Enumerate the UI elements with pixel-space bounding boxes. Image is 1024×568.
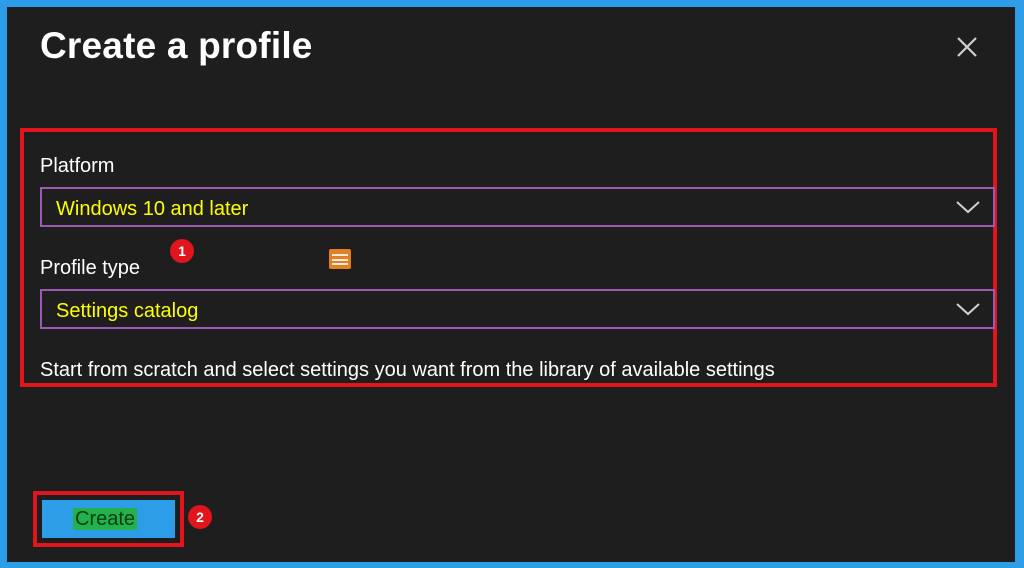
dialog-title: Create a profile [40, 25, 313, 66]
form-highlight-box [20, 128, 997, 387]
platform-label: Platform [40, 155, 115, 177]
create-button[interactable]: Create [42, 500, 175, 538]
close-button[interactable] [951, 31, 983, 63]
chevron-down-icon [955, 301, 981, 317]
create-button-label: Create [73, 508, 138, 530]
platform-select-value: Windows 10 and later [56, 198, 249, 220]
profile-type-description: Start from scratch and select settings y… [40, 359, 775, 381]
profile-type-label: Profile type [40, 257, 141, 279]
platform-select[interactable]: Windows 10 and later [40, 187, 995, 227]
chevron-down-icon [955, 199, 981, 215]
step-1-badge: 1 [170, 239, 194, 263]
profile-type-select[interactable]: Settings catalog [40, 289, 995, 329]
site-logo-icon [329, 249, 351, 269]
profile-type-select-value: Settings catalog [56, 300, 199, 322]
create-profile-dialog: Create a profile Platform Windows 10 and… [7, 7, 1015, 562]
step-2-badge: 2 [188, 505, 212, 529]
close-icon [957, 37, 977, 57]
